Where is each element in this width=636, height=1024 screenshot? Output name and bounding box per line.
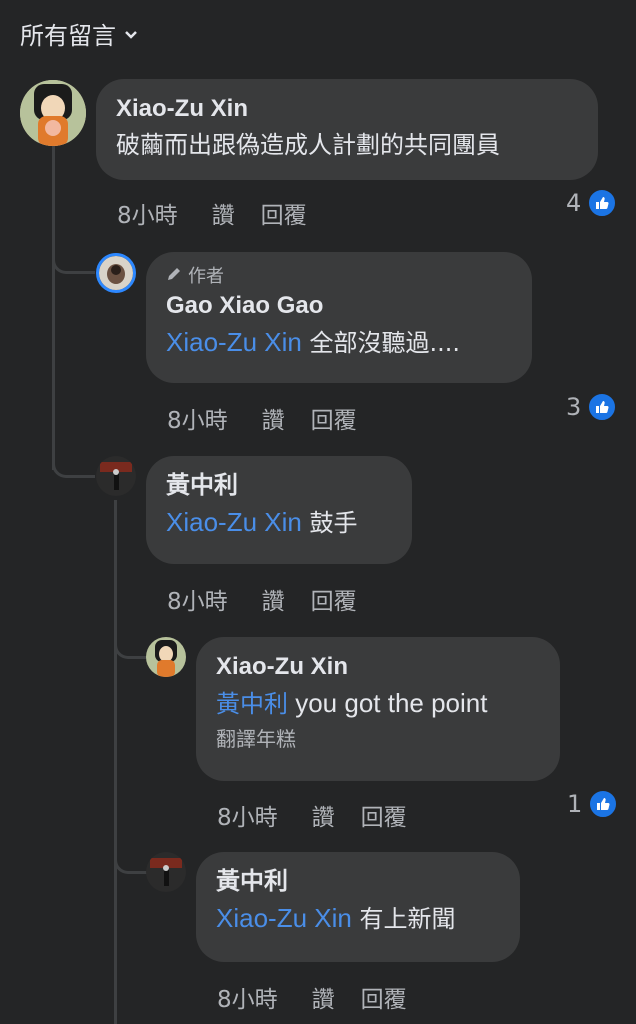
like-button[interactable]: 讚 bbox=[312, 980, 335, 1014]
thumbs-up-icon bbox=[587, 188, 618, 218]
comment-text: 有上新聞 bbox=[351, 905, 456, 933]
avatar[interactable] bbox=[96, 253, 136, 293]
mention-link[interactable]: 黃中利 bbox=[216, 690, 288, 718]
thread-line bbox=[52, 145, 55, 470]
comment-body: Xiao-Zu Xin 鼓手 bbox=[166, 502, 392, 543]
comment-author[interactable]: Xiao-Zu Xin bbox=[116, 93, 578, 125]
reaction-count-value: 4 bbox=[566, 189, 582, 217]
reply-button[interactable]: 回覆 bbox=[311, 582, 357, 616]
comment-text: 全部沒聽過.... bbox=[301, 329, 460, 357]
comment-time[interactable]: 8小時 bbox=[167, 401, 228, 435]
chevron-down-icon bbox=[124, 25, 138, 44]
thread-line bbox=[114, 500, 117, 1024]
like-button[interactable]: 讚 bbox=[262, 582, 285, 616]
mention-link[interactable]: Xiao-Zu Xin bbox=[216, 903, 352, 933]
comment-author[interactable]: 黃中利 bbox=[216, 866, 500, 898]
mention-link[interactable]: Xiao-Zu Xin bbox=[166, 507, 302, 537]
comment-text: 鼓手 bbox=[301, 509, 358, 537]
avatar[interactable] bbox=[96, 456, 136, 496]
comment-time[interactable]: 8小時 bbox=[167, 582, 228, 616]
thread-branch bbox=[114, 640, 147, 659]
thumbs-up-icon bbox=[588, 789, 619, 819]
reaction-count-value: 1 bbox=[567, 790, 583, 818]
translate-link[interactable]: 翻譯年糕 bbox=[216, 724, 540, 754]
comment-body: Xiao-Zu Xin 有上新聞 bbox=[216, 898, 500, 939]
comment-actions: 8小時 讚 回覆 bbox=[167, 582, 357, 616]
pencil-icon bbox=[166, 264, 182, 290]
reply-button[interactable]: 回覆 bbox=[361, 798, 407, 832]
reply-button[interactable]: 回覆 bbox=[361, 980, 407, 1014]
author-badge-label: 作者 bbox=[188, 266, 224, 287]
comment-actions: 8小時 讚 回覆 bbox=[117, 196, 307, 230]
reaction-count[interactable]: 1 bbox=[567, 789, 619, 819]
comment-body: Xiao-Zu Xin 全部沒聽過.... bbox=[166, 322, 512, 363]
comment-author[interactable]: Gao Xiao Gao bbox=[166, 290, 512, 322]
author-badge: 作者 bbox=[166, 264, 512, 290]
reaction-count[interactable]: 3 bbox=[566, 392, 618, 422]
avatar[interactable] bbox=[20, 80, 86, 146]
thread-branch bbox=[114, 855, 147, 874]
comment-author[interactable]: 黃中利 bbox=[166, 470, 392, 502]
thread-branch bbox=[52, 455, 95, 478]
comment-actions: 8小時 讚 回覆 bbox=[167, 401, 357, 435]
comment-author[interactable]: Xiao-Zu Xin bbox=[216, 651, 540, 683]
comment-bubble: 黃中利 Xiao-Zu Xin 有上新聞 bbox=[196, 852, 520, 962]
comment-bubble: Xiao-Zu Xin 破繭而出跟偽造成人計劃的共同團員 bbox=[96, 79, 598, 180]
comment-time[interactable]: 8小時 bbox=[117, 196, 178, 230]
mention-link[interactable]: Xiao-Zu Xin bbox=[166, 327, 302, 357]
comment-time[interactable]: 8小時 bbox=[217, 798, 278, 832]
filter-label: 所有留言 bbox=[20, 21, 116, 50]
like-button[interactable]: 讚 bbox=[212, 196, 235, 230]
comment-bubble: 黃中利 Xiao-Zu Xin 鼓手 bbox=[146, 456, 412, 564]
like-button[interactable]: 讚 bbox=[262, 401, 285, 435]
avatar[interactable] bbox=[146, 637, 186, 677]
thumbs-up-icon bbox=[587, 392, 618, 422]
comment-bubble: Xiao-Zu Xin 黃中利 you got the point 翻譯年糕 bbox=[196, 637, 560, 781]
comment-text: 破繭而出跟偽造成人計劃的共同團員 bbox=[116, 131, 500, 159]
comment-actions: 8小時 讚 回覆 bbox=[217, 980, 407, 1014]
thread-branch bbox=[52, 255, 95, 274]
comment-body: 黃中利 you got the point bbox=[216, 683, 540, 724]
avatar[interactable] bbox=[146, 852, 186, 892]
reaction-count-value: 3 bbox=[566, 393, 582, 421]
like-button[interactable]: 讚 bbox=[312, 798, 335, 832]
comment-actions: 8小時 讚 回覆 bbox=[217, 798, 407, 832]
comment-text: you got the point bbox=[288, 688, 488, 718]
reaction-count[interactable]: 4 bbox=[566, 188, 618, 218]
reply-button[interactable]: 回覆 bbox=[261, 196, 307, 230]
all-comments-filter[interactable]: 所有留言 bbox=[20, 14, 138, 52]
reply-button[interactable]: 回覆 bbox=[311, 401, 357, 435]
comment-time[interactable]: 8小時 bbox=[217, 980, 278, 1014]
comment-bubble: 作者 Gao Xiao Gao Xiao-Zu Xin 全部沒聽過.... bbox=[146, 252, 532, 383]
